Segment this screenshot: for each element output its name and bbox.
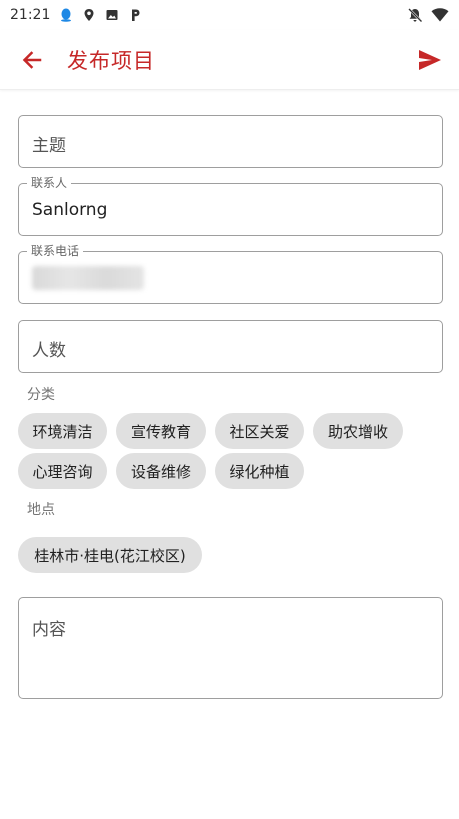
phone-field-value-redacted bbox=[32, 266, 144, 290]
category-chip[interactable]: 环境清洁 bbox=[18, 413, 107, 449]
location-label: 地点 bbox=[27, 502, 55, 518]
content-placeholder: 内容 bbox=[32, 620, 66, 640]
category-label: 分类 bbox=[27, 387, 55, 403]
status-time: 21:21 bbox=[10, 7, 51, 23]
contact-field-value: Sanlorng bbox=[32, 200, 108, 220]
app-bar: 发布项目 bbox=[0, 30, 459, 90]
category-chip[interactable]: 设备维修 bbox=[116, 453, 206, 489]
contact-field-label: 联系人 bbox=[27, 176, 72, 190]
headcount-field[interactable]: 人数 bbox=[18, 320, 443, 373]
category-chip[interactable]: 宣传教育 bbox=[116, 413, 206, 449]
category-chip[interactable]: 助农增收 bbox=[313, 413, 403, 449]
category-chip[interactable]: 心理咨询 bbox=[18, 453, 107, 489]
status-bar: 21:21 bbox=[0, 0, 459, 30]
subject-placeholder: 主题 bbox=[32, 136, 66, 156]
arrow-left-icon bbox=[22, 50, 42, 69]
contact-field[interactable]: 联系人 Sanlorng bbox=[18, 176, 443, 236]
headcount-placeholder: 人数 bbox=[32, 341, 66, 361]
wifi-icon bbox=[431, 8, 449, 22]
page-title: 发布项目 bbox=[67, 48, 155, 73]
image-icon bbox=[106, 10, 118, 20]
category-chip[interactable]: 社区关爱 bbox=[215, 413, 304, 449]
category-chip[interactable]: 绿化种植 bbox=[215, 453, 304, 489]
subject-field[interactable]: 主题 bbox=[18, 115, 443, 168]
send-button[interactable] bbox=[415, 45, 445, 75]
location-icon bbox=[84, 9, 94, 21]
bell-off-icon bbox=[408, 8, 423, 23]
location-chip[interactable]: 桂林市·桂电(花江校区) bbox=[18, 537, 202, 573]
send-icon bbox=[419, 49, 441, 70]
parking-icon bbox=[132, 9, 140, 21]
status-icons-right bbox=[407, 7, 449, 23]
phone-field[interactable]: 联系电话 bbox=[18, 244, 443, 304]
back-button[interactable] bbox=[17, 45, 47, 75]
qq-icon bbox=[61, 8, 72, 22]
phone-field-label: 联系电话 bbox=[27, 244, 84, 258]
content-field[interactable]: 内容 bbox=[18, 597, 443, 699]
status-icons-left bbox=[59, 8, 142, 22]
